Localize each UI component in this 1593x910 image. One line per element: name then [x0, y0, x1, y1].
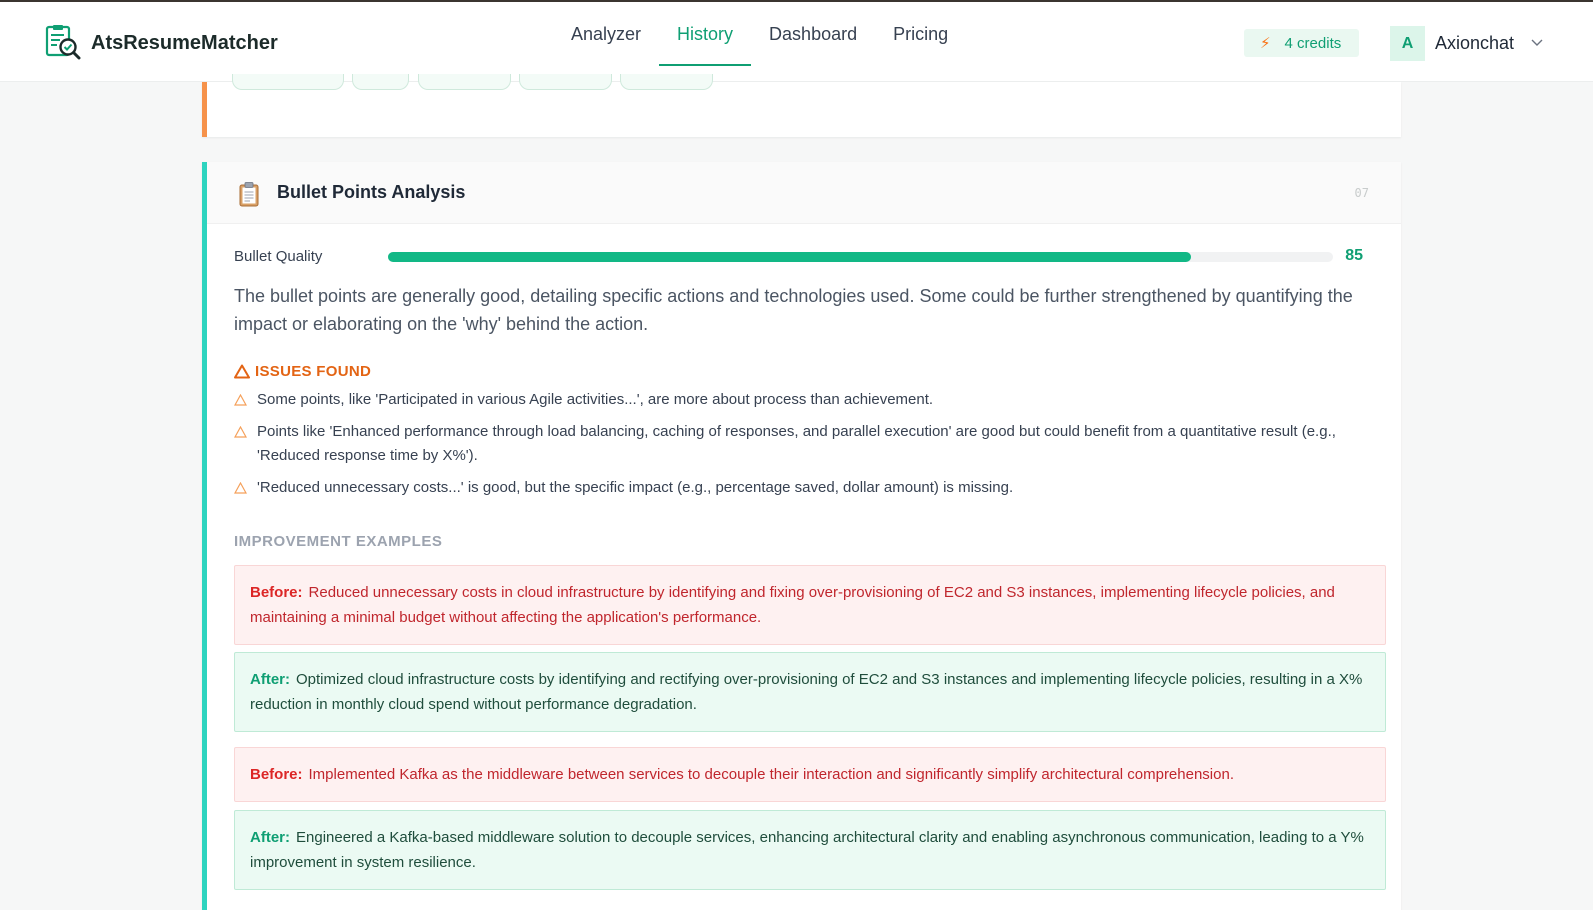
main-nav: Analyzer History Dashboard Pricing	[553, 2, 966, 82]
issue-text: 'Reduced unnecessary costs...' is good, …	[257, 479, 1014, 496]
issue-text: Points like 'Enhanced performance throug…	[257, 423, 1336, 464]
quality-progress-bar	[388, 252, 1333, 262]
resume-search-icon	[45, 25, 81, 60]
warning-icon	[234, 394, 247, 406]
after-text: Engineered a Kafka-based middleware solu…	[250, 829, 1364, 871]
keyword-chip	[232, 74, 344, 90]
brand-name: AtsResumeMatcher	[91, 31, 278, 54]
example-after: After: Optimized cloud infrastructure cos…	[234, 652, 1386, 732]
before-text: Implemented Kafka as the middleware betw…	[308, 766, 1234, 783]
credits-count: 4 credits	[1284, 34, 1342, 52]
keyword-chip	[418, 74, 511, 90]
before-label: Before:	[250, 584, 303, 601]
quality-progress-fill	[388, 252, 1192, 262]
section-title: Bullet Points Analysis	[277, 182, 466, 202]
issue-item: Some points, like 'Participated in vario…	[234, 388, 1394, 412]
user-name[interactable]: Axionchat	[1435, 33, 1514, 54]
keyword-chip	[519, 74, 612, 90]
metric-label: Bullet Quality	[234, 248, 323, 265]
issue-item: Points like 'Enhanced performance throug…	[234, 420, 1394, 468]
examples-heading: IMPROVEMENT EXAMPLES	[234, 533, 443, 550]
before-text: Reduced unnecessary costs in cloud infra…	[250, 584, 1335, 626]
top-navbar: AtsResumeMatcher Analyzer History Dashbo…	[0, 2, 1593, 82]
section-header[interactable]: Bullet Points Analysis 07	[207, 162, 1401, 224]
avatar[interactable]: A	[1390, 26, 1425, 61]
issues-list: Some points, like 'Participated in vario…	[234, 388, 1394, 508]
chevron-down-icon[interactable]	[1530, 36, 1544, 50]
after-text: Optimized cloud infrastructure costs by …	[250, 671, 1363, 713]
issues-heading-text: ISSUES FOUND	[255, 363, 372, 380]
example-before: Before: Reduced unnecessary costs in clou…	[234, 565, 1386, 645]
previous-section-card	[202, 74, 1401, 137]
nav-dashboard[interactable]: Dashboard	[751, 2, 875, 66]
section-summary: The bullet points are generally good, de…	[234, 286, 1353, 334]
warning-icon	[234, 482, 247, 494]
after-label: After:	[250, 829, 290, 846]
keyword-chip	[352, 74, 409, 90]
clipboard-icon	[239, 182, 259, 207]
metric-score: 85	[1345, 247, 1363, 264]
nav-history[interactable]: History	[659, 2, 752, 66]
warning-icon	[234, 426, 247, 438]
brand-logo[interactable]: AtsResumeMatcher	[45, 24, 278, 62]
example-after: After: Engineered a Kafka-based middlewar…	[234, 810, 1386, 890]
issue-item: 'Reduced unnecessary costs...' is good, …	[234, 476, 1394, 500]
warning-icon	[234, 364, 250, 379]
issue-text: Some points, like 'Participated in vario…	[257, 391, 934, 408]
nav-pricing[interactable]: Pricing	[875, 2, 966, 66]
nav-analyzer[interactable]: Analyzer	[553, 2, 659, 66]
after-label: After:	[250, 671, 290, 688]
issues-heading: ISSUES FOUND	[234, 363, 371, 380]
lightning-icon: ⚡	[1260, 35, 1271, 52]
bullet-points-section: Bullet Points Analysis 07 Bullet Quality…	[202, 162, 1401, 910]
credits-badge[interactable]: ⚡ 4 credits	[1244, 29, 1359, 57]
example-before: Before: Implemented Kafka as the middlewa…	[234, 747, 1386, 802]
keyword-chip	[620, 74, 713, 90]
section-number: 07	[1354, 186, 1369, 200]
before-label: Before:	[250, 766, 303, 783]
